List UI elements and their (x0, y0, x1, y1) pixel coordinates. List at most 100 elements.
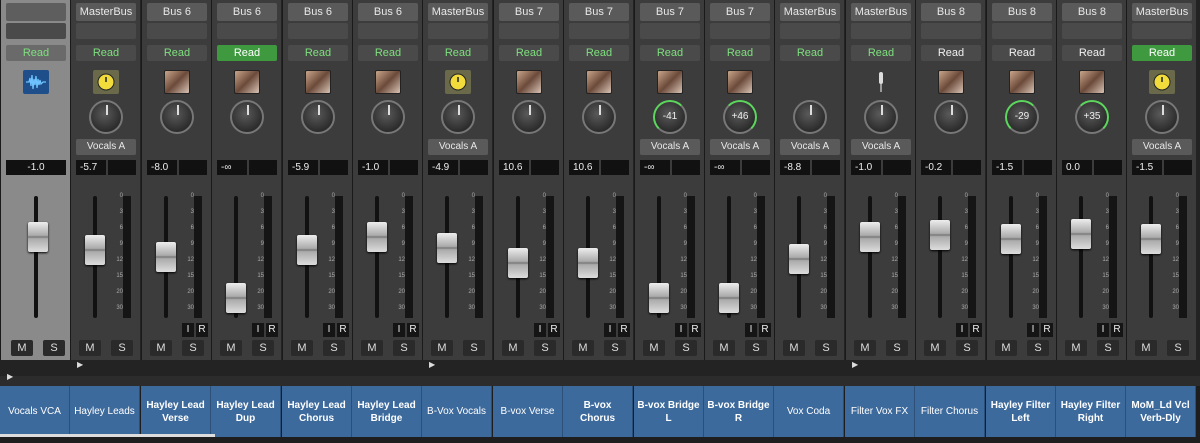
pan-knob[interactable] (371, 100, 405, 134)
mute-button[interactable]: M (79, 340, 101, 356)
send-slot[interactable]: Vocals A (851, 139, 911, 155)
record-enable-button[interactable]: R (689, 323, 701, 337)
volume-fader[interactable] (1141, 224, 1161, 254)
group-slot[interactable] (428, 23, 488, 39)
photo-thumb-icon[interactable] (164, 70, 190, 94)
volume-display[interactable]: 0.0 (1062, 160, 1092, 175)
output-slot[interactable]: Bus 6 (217, 3, 277, 21)
record-enable-button[interactable]: R (618, 323, 630, 337)
mute-button[interactable]: M (713, 340, 735, 356)
input-monitor-button[interactable]: I (956, 323, 968, 337)
solo-button[interactable]: S (815, 340, 837, 356)
volume-fader[interactable] (1001, 224, 1021, 254)
automation-mode-button[interactable]: Read (147, 45, 207, 61)
group-slot[interactable] (76, 23, 136, 39)
photo-thumb-icon[interactable] (305, 70, 331, 94)
volume-fader[interactable] (649, 283, 669, 313)
record-enable-button[interactable]: R (337, 323, 349, 337)
volume-display[interactable]: -5.7 (76, 160, 106, 175)
input-monitor-button[interactable]: I (1097, 323, 1109, 337)
group-slot[interactable] (569, 23, 629, 39)
channel-name[interactable]: B-Vox Vocals (422, 386, 492, 437)
photo-thumb-icon[interactable] (1009, 70, 1035, 94)
output-slot[interactable]: MasterBus (428, 3, 488, 21)
group-slot[interactable] (358, 23, 418, 39)
folder-disclosure-icon[interactable]: ▶ (852, 360, 858, 369)
solo-button[interactable]: S (252, 340, 274, 356)
output-slot[interactable]: Bus 6 (358, 3, 418, 21)
mute-button[interactable]: M (1065, 340, 1087, 356)
mic-icon[interactable] (868, 70, 894, 94)
pan-knob[interactable] (441, 100, 475, 134)
channel-name[interactable]: Hayley Lead Bridge (352, 386, 422, 437)
automation-mode-button[interactable]: Read (76, 45, 136, 61)
automation-mode-button[interactable]: Read (921, 45, 981, 61)
output-slot[interactable]: Bus 7 (710, 3, 770, 21)
record-enable-button[interactable]: R (407, 323, 419, 337)
volume-fader[interactable] (437, 233, 457, 263)
solo-button[interactable]: S (675, 340, 697, 356)
channel-name[interactable]: B-vox Verse (493, 386, 563, 437)
solo-button[interactable]: S (182, 340, 204, 356)
volume-display[interactable]: -5.9 (288, 160, 318, 175)
pan-knob[interactable] (160, 100, 194, 134)
input-monitor-button[interactable]: I (1027, 323, 1039, 337)
volume-display[interactable]: -1.5 (992, 160, 1022, 175)
record-enable-button[interactable]: R (970, 323, 982, 337)
channel-name[interactable]: B-vox Bridge L (634, 386, 704, 437)
volume-display[interactable]: -1.5 (1132, 160, 1162, 175)
group-slot[interactable] (710, 23, 770, 39)
output-slot[interactable]: Bus 6 (288, 3, 348, 21)
volume-fader[interactable] (156, 242, 176, 272)
output-slot[interactable]: Bus 7 (640, 3, 700, 21)
output-slot[interactable]: MasterBus (851, 3, 911, 21)
pan-knob[interactable] (89, 100, 123, 134)
volume-display[interactable]: -1.0 (851, 160, 881, 175)
record-enable-button[interactable]: R (759, 323, 771, 337)
photo-thumb-icon[interactable] (516, 70, 542, 94)
volume-fader[interactable] (226, 283, 246, 313)
automation-mode-button[interactable]: Read (992, 45, 1052, 61)
channel-name[interactable]: B-vox Bridge R (704, 386, 774, 437)
send-slot[interactable]: Vocals A (428, 139, 488, 155)
solo-button[interactable]: S (43, 340, 65, 356)
automation-mode-button[interactable]: Read (780, 45, 840, 61)
group-slot[interactable] (992, 23, 1052, 39)
mute-button[interactable]: M (291, 340, 313, 356)
pan-knob[interactable] (230, 100, 264, 134)
photo-thumb-icon[interactable] (938, 70, 964, 94)
mute-button[interactable]: M (220, 340, 242, 356)
group-slot[interactable] (1132, 23, 1192, 39)
output-slot[interactable]: Bus 8 (992, 3, 1052, 21)
automation-mode-button[interactable]: Read (217, 45, 277, 61)
group-slot[interactable] (780, 23, 840, 39)
pan-knob[interactable]: +35 (1075, 100, 1109, 134)
volume-fader[interactable] (28, 222, 48, 252)
automation-mode-button[interactable]: Read (6, 45, 66, 61)
input-monitor-button[interactable]: I (393, 323, 405, 337)
solo-button[interactable]: S (956, 340, 978, 356)
output-slot[interactable]: Bus 8 (921, 3, 981, 21)
mute-button[interactable]: M (572, 340, 594, 356)
mute-button[interactable]: M (783, 340, 805, 356)
send-slot[interactable]: Vocals A (710, 139, 770, 155)
volume-fader[interactable] (1071, 219, 1091, 249)
mute-button[interactable]: M (502, 340, 524, 356)
send-slot[interactable]: Vocals A (780, 139, 840, 155)
solo-button[interactable]: S (534, 340, 556, 356)
pan-knob[interactable]: -29 (1005, 100, 1039, 134)
yellow-clock-icon[interactable] (93, 70, 119, 94)
group-slot[interactable] (147, 23, 207, 39)
input-monitor-button[interactable]: I (534, 323, 546, 337)
photo-thumb-icon[interactable] (727, 70, 753, 94)
solo-button[interactable]: S (323, 340, 345, 356)
automation-mode-button[interactable]: Read (640, 45, 700, 61)
volume-fader[interactable] (860, 222, 880, 252)
mute-button[interactable]: M (1135, 340, 1157, 356)
channel-name[interactable]: Vocals VCA (0, 386, 70, 437)
input-monitor-button[interactable]: I (323, 323, 335, 337)
volume-display[interactable]: -8.8 (780, 160, 810, 175)
send-slot[interactable]: Vocals A (1132, 139, 1192, 155)
solo-button[interactable]: S (1027, 340, 1049, 356)
volume-display[interactable]: 10.6 (569, 160, 599, 175)
